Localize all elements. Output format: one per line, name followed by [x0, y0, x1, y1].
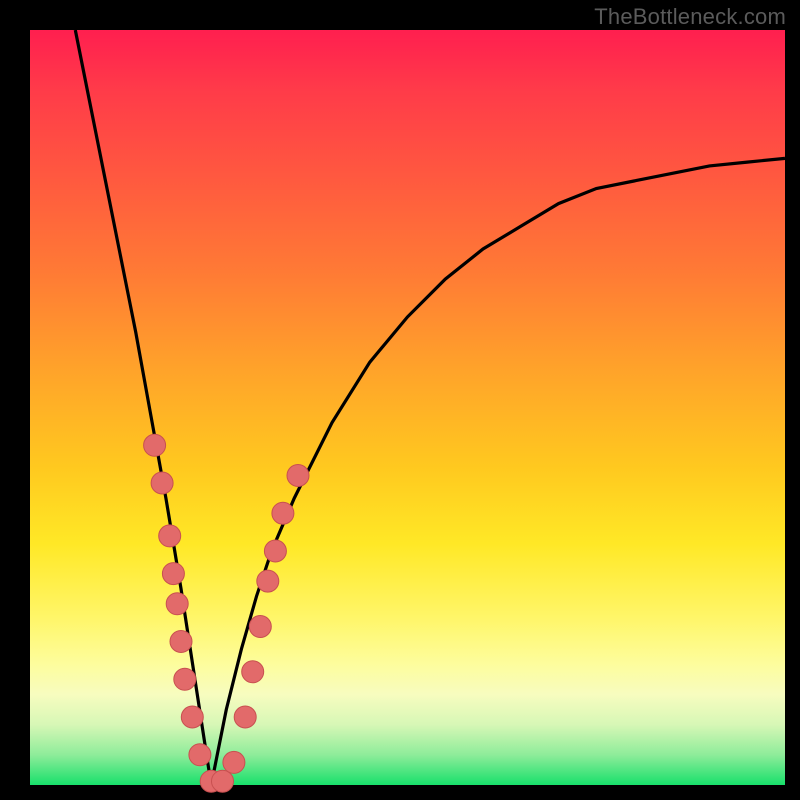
chart-svg [30, 30, 785, 785]
data-marker [264, 540, 286, 562]
data-marker [242, 661, 264, 683]
plot-area [30, 30, 785, 785]
data-marker [223, 751, 245, 773]
data-marker [272, 502, 294, 524]
data-marker [234, 706, 256, 728]
data-marker [189, 744, 211, 766]
data-marker [212, 770, 234, 792]
watermark-text: TheBottleneck.com [594, 4, 786, 30]
data-marker [162, 563, 184, 585]
data-marker [159, 525, 181, 547]
data-marker [181, 706, 203, 728]
markers-layer [144, 434, 309, 792]
data-marker [249, 616, 271, 638]
data-marker [287, 465, 309, 487]
data-marker [170, 631, 192, 653]
data-marker [151, 472, 173, 494]
data-marker [144, 434, 166, 456]
outer-frame: TheBottleneck.com [0, 0, 800, 800]
data-marker [257, 570, 279, 592]
data-marker [174, 668, 196, 690]
data-marker [166, 593, 188, 615]
